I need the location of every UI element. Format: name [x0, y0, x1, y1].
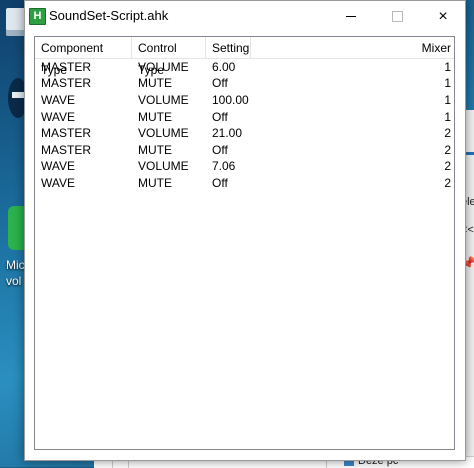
cell-control: MUTE [138, 176, 172, 190]
cell-mixer: 1 [444, 76, 451, 90]
desktop-icon-label-2: vol [6, 274, 22, 288]
cell-mixer: 1 [444, 110, 451, 124]
cell-mixer: 2 [444, 159, 451, 173]
cell-control: VOLUME [138, 93, 189, 107]
cell-component: WAVE [41, 110, 76, 124]
cell-control: MUTE [138, 110, 172, 124]
cell-control: VOLUME [138, 159, 189, 173]
cell-component: WAVE [41, 159, 76, 173]
desktop-icon-label: Mic [6, 258, 25, 272]
soundset-window: H SoundSet-Script.ahk × Component Type C… [24, 0, 466, 461]
cell-setting: 21.00 [212, 126, 243, 140]
table-row[interactable]: MASTER MUTE Off 2 [35, 142, 454, 158]
cell-component: MASTER [41, 60, 92, 74]
cell-mixer: 2 [444, 176, 451, 190]
cell-setting: 100.00 [212, 93, 249, 107]
table-row[interactable]: MASTER MUTE Off 1 [35, 75, 454, 91]
cell-mixer: 1 [444, 60, 451, 74]
listview-header: Component Type Control Type Setting Mixe… [35, 37, 454, 77]
table-row[interactable]: WAVE MUTE Off 1 [35, 109, 454, 125]
window-title: SoundSet-Script.ahk [49, 8, 169, 23]
cell-control: MUTE [138, 143, 172, 157]
column-header-mixer[interactable]: Mixer [251, 37, 454, 58]
maximize-icon [391, 11, 403, 22]
minimize-icon [346, 16, 356, 17]
title-bar[interactable]: H SoundSet-Script.ahk × [25, 1, 465, 32]
cell-setting: Off [212, 76, 228, 90]
column-header-control-type[interactable]: Control Type [132, 37, 206, 77]
cell-component: MASTER [41, 76, 92, 90]
cell-control: VOLUME [138, 126, 189, 140]
cell-control: VOLUME [138, 60, 189, 74]
minimize-button[interactable] [328, 1, 374, 32]
table-row[interactable]: MASTER VOLUME 21.00 2 [35, 125, 454, 141]
table-row[interactable]: WAVE VOLUME 7.06 2 [35, 158, 454, 174]
close-icon: × [438, 7, 448, 25]
cell-mixer: 1 [444, 93, 451, 107]
cell-component: MASTER [41, 126, 92, 140]
cell-setting: Off [212, 143, 228, 157]
column-header-setting[interactable]: Setting [206, 37, 251, 58]
cell-setting: Off [212, 176, 228, 190]
sound-listview[interactable]: Component Type Control Type Setting Mixe… [34, 36, 455, 450]
cell-component: WAVE [41, 93, 76, 107]
cell-component: WAVE [41, 176, 76, 190]
close-button[interactable]: × [420, 1, 466, 32]
table-row[interactable]: MASTER VOLUME 6.00 1 [35, 59, 454, 75]
cell-control: MUTE [138, 76, 172, 90]
column-header-component-type[interactable]: Component Type [35, 37, 132, 77]
cell-setting: 7.06 [212, 159, 236, 173]
cell-setting: 6.00 [212, 60, 236, 74]
cell-mixer: 2 [444, 143, 451, 157]
cell-mixer: 2 [444, 126, 451, 140]
cell-component: MASTER [41, 143, 92, 157]
maximize-button[interactable] [374, 1, 420, 32]
table-row[interactable]: WAVE MUTE Off 2 [35, 175, 454, 191]
autohotkey-icon: H [29, 8, 46, 25]
table-row[interactable]: WAVE VOLUME 100.00 1 [35, 92, 454, 108]
cell-setting: Off [212, 110, 228, 124]
